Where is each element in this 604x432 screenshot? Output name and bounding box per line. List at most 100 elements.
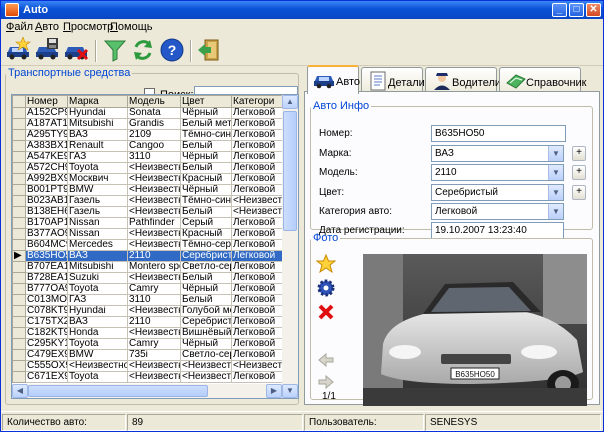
row-indicator[interactable] [12, 305, 26, 317]
row-indicator[interactable] [12, 371, 26, 383]
cell-number[interactable]: B138EH69 [25, 206, 68, 218]
cell-make[interactable]: Mitsubishi [67, 118, 128, 130]
cell-number[interactable]: C671EX97 [25, 371, 68, 383]
cell-color[interactable]: Белый мета [180, 118, 232, 130]
cell-color[interactable]: Чёрный [180, 107, 232, 119]
row-indicator[interactable] [12, 217, 26, 229]
cell-color[interactable]: Чёрный [180, 283, 232, 295]
cell-color[interactable]: Белый [180, 272, 232, 284]
cell-make[interactable]: Hyundai [67, 305, 128, 317]
save-car-button[interactable] [34, 37, 60, 63]
cell-color[interactable]: Красный [180, 228, 232, 240]
cell-number[interactable]: A295TY99 [25, 129, 68, 141]
scroll-right-arrow-icon[interactable]: ▶ [266, 384, 282, 398]
cell-model[interactable]: Camry [127, 338, 181, 350]
cell-number[interactable]: A547KE99 [25, 151, 68, 163]
table-row[interactable]: C175TX26ВАЗ2110СеребристыЛегковой [12, 316, 295, 328]
cell-color[interactable]: Чёрный [180, 184, 232, 196]
cell-model[interactable]: 3110 [127, 151, 181, 163]
cell-color[interactable]: Белый [180, 294, 232, 306]
cell-number[interactable]: B377AO99 [25, 228, 68, 240]
row-indicator[interactable] [12, 283, 26, 295]
close-button[interactable]: ✕ [586, 3, 601, 17]
number-field[interactable]: B635HO50 [431, 125, 566, 142]
table-row[interactable]: A295TY99ВАЗ2109Тёмно-синиЛегковой [12, 129, 295, 141]
cell-number[interactable]: B707EA17 [25, 261, 68, 273]
cell-color[interactable]: Серый [180, 217, 232, 229]
table-row[interactable]: B138EH69Газель<НеизвестноБелый<Неизвест [12, 206, 295, 218]
menu-auto[interactable]: Авто [35, 21, 59, 33]
row-indicator[interactable] [12, 151, 26, 163]
photo-settings-button[interactable] [316, 278, 336, 298]
horizontal-scrollbar[interactable]: ◀ ▶ [12, 384, 282, 398]
cell-number[interactable]: B728EA17 [25, 272, 68, 284]
add-car-button[interactable] [5, 36, 31, 63]
table-row[interactable]: A152CP97HyundaiSonataЧёрныйЛегковой [12, 107, 295, 119]
cell-make[interactable]: ВАЗ [67, 129, 128, 141]
filter-button[interactable] [102, 37, 128, 63]
cell-color[interactable]: Светло-сере [180, 349, 232, 361]
column-header-color[interactable]: Цвет [180, 95, 232, 108]
row-indicator[interactable] [12, 195, 26, 207]
cell-number[interactable]: A572CH99 [25, 162, 68, 174]
cell-color[interactable]: Тёмно-серь [180, 239, 232, 251]
row-indicator[interactable] [12, 206, 26, 218]
column-header-make[interactable]: Марка [67, 95, 128, 108]
add-model-button[interactable]: + [572, 165, 586, 180]
cell-model[interactable]: <Неизвестно [127, 272, 181, 284]
scroll-down-arrow-icon[interactable]: ▼ [282, 384, 298, 398]
cell-model[interactable]: Camry [127, 283, 181, 295]
cell-model[interactable]: <Неизвестно [127, 360, 181, 372]
tab-details[interactable]: Детали [361, 67, 425, 94]
table-row[interactable]: C295KY17ToyotaCamryЧёрныйЛегковой [12, 338, 295, 350]
table-row[interactable]: A992BX99Москвич<НеизвестноКрасныйЛегково… [12, 173, 295, 185]
row-indicator[interactable] [12, 173, 26, 185]
cell-color[interactable]: Тёмно-сини [180, 129, 232, 141]
cell-color[interactable]: Чёрный [180, 151, 232, 163]
row-indicator[interactable] [12, 118, 26, 130]
column-header-model[interactable]: Модель [127, 95, 181, 108]
cell-make[interactable]: Газель [67, 206, 128, 218]
tab-drivers[interactable]: Водители [425, 67, 501, 94]
chevron-down-icon[interactable]: ▼ [548, 165, 563, 180]
row-indicator[interactable] [12, 272, 26, 284]
delete-car-button[interactable] [63, 37, 89, 63]
cell-make[interactable]: Toyota [67, 338, 128, 350]
add-photo-button[interactable] [315, 253, 337, 274]
refresh-button[interactable] [130, 37, 156, 63]
cell-make[interactable]: Toyota [67, 283, 128, 295]
row-indicator[interactable]: ▶ [12, 250, 26, 262]
cell-number[interactable]: A992BX99 [25, 173, 68, 185]
delete-photo-button[interactable] [316, 302, 336, 322]
menu-file[interactable]: Файл [6, 21, 33, 33]
row-indicator[interactable] [12, 316, 26, 328]
table-row[interactable]: B170AP17NissanPathfinderСерыйЛегковой [12, 217, 295, 229]
row-indicator[interactable] [12, 184, 26, 196]
cell-number[interactable]: C295KY17 [25, 338, 68, 350]
chevron-down-icon[interactable]: ▼ [548, 146, 563, 161]
cell-model[interactable]: Sonata [127, 107, 181, 119]
cell-model[interactable]: 735i [127, 349, 181, 361]
cell-model[interactable]: <Неизвестно [127, 228, 181, 240]
cell-model[interactable]: Pathfinder [127, 217, 181, 229]
table-row[interactable]: C479EX97BMW735iСветло-сереЛегковой [12, 349, 295, 361]
table-row[interactable]: A187AT17MitsubishiGrandisБелый метаЛегко… [12, 118, 295, 130]
table-row[interactable]: C555OX97<Неизвестно<Неизвестно<Неизвестн… [12, 360, 295, 372]
cell-model[interactable]: 2109 [127, 129, 181, 141]
cell-number[interactable]: B023AB17 [25, 195, 68, 207]
table-row[interactable]: C013MO99ГАЗ3110БелыйЛегковой [12, 294, 295, 306]
cell-number[interactable]: B604MC97 [25, 239, 68, 251]
cell-color[interactable]: <Неизвестно [180, 360, 232, 372]
maximize-button[interactable]: □ [569, 3, 584, 17]
table-row[interactable]: B604MC97Mercedes<НеизвестноТёмно-серьЛег… [12, 239, 295, 251]
cell-color[interactable]: Серебристы [180, 316, 232, 328]
menu-view[interactable]: Просмотр [63, 21, 113, 33]
cell-color[interactable]: Белый [180, 162, 232, 174]
cell-make[interactable]: <Неизвестно [67, 360, 128, 372]
table-row[interactable]: A572CH99Toyota<НеизвестноБелыйЛегковой [12, 162, 295, 174]
cell-model[interactable]: <Неизвестно [127, 305, 181, 317]
cell-model[interactable]: 3110 [127, 294, 181, 306]
table-row[interactable]: C182KT97Honda<НеизвестноВишнёвыйЛегковой [12, 327, 295, 339]
cell-color[interactable]: Тёмно-сини [180, 195, 232, 207]
cell-color[interactable]: Красный [180, 173, 232, 185]
